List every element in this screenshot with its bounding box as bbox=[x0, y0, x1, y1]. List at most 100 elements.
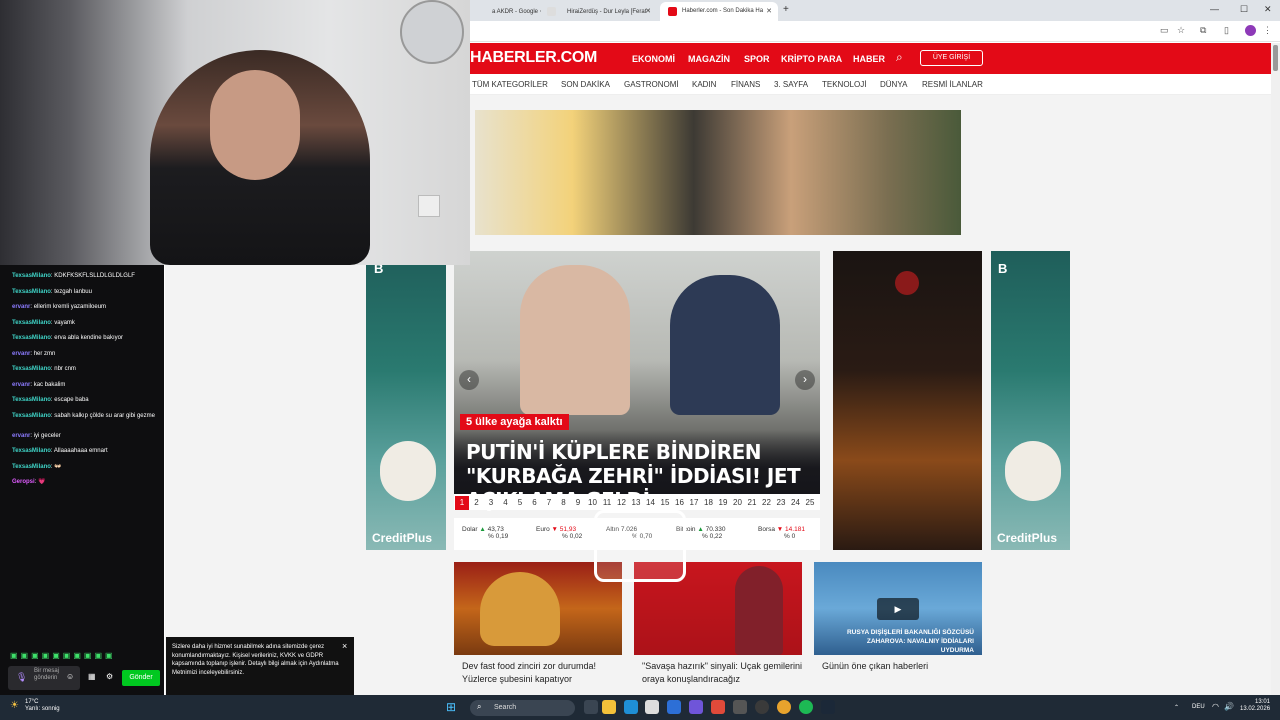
language-indicator[interactable]: DEU bbox=[1192, 704, 1205, 710]
browser-menu-icon[interactable]: ⋮ bbox=[1263, 25, 1272, 36]
side-advertisement-right[interactable]: B CreditPlus bbox=[991, 251, 1070, 550]
close-icon[interactable]: × bbox=[342, 641, 347, 651]
category-link[interactable]: SON DAKİKA bbox=[561, 80, 610, 89]
chat-username[interactable]: TexsasMilano bbox=[12, 289, 51, 295]
market-item-euro[interactable]: Euro ▼ 51,93% 0,02 bbox=[536, 526, 582, 540]
text-input-overlay[interactable]: abc bbox=[594, 510, 686, 582]
file-explorer-icon[interactable] bbox=[602, 700, 616, 714]
slider-page-button[interactable]: 21 bbox=[745, 496, 759, 510]
slider-page-button[interactable]: 7 bbox=[542, 496, 556, 510]
slider-page-button[interactable]: 19 bbox=[716, 496, 730, 510]
site-logo[interactable]: HABERLER.COM bbox=[470, 49, 597, 67]
category-link[interactable]: TEKNOLOJİ bbox=[822, 80, 866, 89]
bookmark-star-icon[interactable]: ☆ bbox=[1177, 25, 1185, 36]
steam-icon[interactable] bbox=[821, 700, 835, 714]
nav-kripto-para[interactable]: KRİPTO PARA bbox=[781, 54, 842, 64]
nav-ekonomi[interactable]: EKONOMİ bbox=[632, 54, 675, 64]
volume-icon[interactable]: 🔊 bbox=[1224, 702, 1234, 711]
weather-widget[interactable]: 17°C Yarılı: sonnig bbox=[25, 699, 60, 713]
category-link[interactable]: TÜM KATEGORİLER bbox=[472, 80, 548, 89]
tab-google[interactable]: a AKDR - Google ⋅ bbox=[470, 2, 542, 21]
slider-page-button[interactable]: 2 bbox=[470, 496, 484, 510]
search-icon[interactable]: ⌕ bbox=[896, 50, 903, 65]
minimize-icon[interactable]: — bbox=[1210, 4, 1219, 14]
slider-page-button[interactable]: 4 bbox=[499, 496, 513, 510]
banner-advertisement[interactable] bbox=[475, 110, 961, 235]
system-tray-icon[interactable]: ⌃ bbox=[1174, 704, 1179, 711]
slider-page-button[interactable]: 13 bbox=[629, 496, 643, 510]
emoji-icon[interactable]: ☺ bbox=[66, 672, 74, 681]
task-view-icon[interactable] bbox=[584, 700, 598, 714]
slider-page-button[interactable]: 18 bbox=[702, 496, 716, 510]
news-card-title[interactable]: "Savaşa hazırık" sinyali: Uçak gemilerin… bbox=[642, 660, 802, 686]
chat-username[interactable]: TexsasMilano bbox=[12, 273, 51, 279]
category-link[interactable]: RESMİ İLANLAR bbox=[922, 80, 983, 89]
chat-username[interactable]: ervanr bbox=[12, 304, 30, 310]
windows-start-icon[interactable]: ⊞ bbox=[446, 700, 456, 714]
slider-page-button[interactable]: 17 bbox=[687, 496, 701, 510]
slider-page-button[interactable]: 22 bbox=[760, 496, 774, 510]
taskbar-search[interactable]: Search bbox=[470, 700, 575, 716]
store-icon[interactable] bbox=[645, 700, 659, 714]
chat-username[interactable]: TexsasMilano bbox=[12, 397, 51, 403]
close-window-icon[interactable]: ✕ bbox=[1264, 4, 1272, 15]
profile-avatar[interactable] bbox=[1245, 25, 1256, 36]
tab-haberler[interactable]: Haberler.com - Son Dakika Ha ✕ bbox=[660, 2, 778, 21]
chrome-icon[interactable] bbox=[777, 700, 791, 714]
market-item-dolar[interactable]: Dolar ▲ 43,73% 0,19 bbox=[462, 526, 508, 540]
chat-username[interactable]: TexsasMilano bbox=[12, 335, 51, 341]
category-link[interactable]: DÜNYA bbox=[880, 80, 907, 89]
chat-username[interactable]: TexsasMilano bbox=[12, 366, 51, 372]
chat-username[interactable]: ervanr bbox=[12, 351, 30, 357]
slider-page-button[interactable]: 12 bbox=[615, 496, 629, 510]
slider-page-button[interactable]: 8 bbox=[557, 496, 571, 510]
cast-icon[interactable]: ▭ bbox=[1160, 25, 1169, 36]
gift-icon[interactable]: ▦ bbox=[88, 672, 96, 681]
chat-username[interactable]: ervanr bbox=[12, 382, 30, 388]
spotify-icon[interactable] bbox=[799, 700, 813, 714]
nav-spor[interactable]: SPOR bbox=[744, 54, 770, 64]
emote-bar[interactable]: ▣▣▣▣▣▣▣▣▣▣ bbox=[10, 651, 160, 661]
slider-page-button[interactable]: 1 bbox=[455, 496, 469, 510]
clock[interactable]: 13:01 13.02.2026 bbox=[1240, 699, 1270, 713]
play-icon[interactable]: ▶ bbox=[877, 598, 919, 620]
close-tab-icon[interactable]: ✕ bbox=[645, 7, 651, 15]
chat-username[interactable]: TexsasMilano bbox=[12, 320, 51, 326]
slider-page-button[interactable]: 9 bbox=[571, 496, 585, 510]
chat-username[interactable]: TexsasMilano bbox=[12, 464, 51, 470]
maximize-icon[interactable]: ☐ bbox=[1240, 4, 1248, 15]
terminal-icon[interactable] bbox=[733, 700, 747, 714]
edge-icon[interactable] bbox=[624, 700, 638, 714]
tab-youtube[interactable]: HiraiZerdüş - Dur Leyla [Ferat ⋅ ✕ bbox=[545, 2, 657, 21]
category-link[interactable]: FİNANS bbox=[731, 80, 760, 89]
nav-magazin[interactable]: MAGAZİN bbox=[688, 54, 730, 64]
microphone-icon[interactable]: 🎙 bbox=[16, 672, 27, 683]
slider-page-button[interactable]: 3 bbox=[484, 496, 498, 510]
news-card-title[interactable]: Günün öne çıkan haberleri bbox=[822, 660, 982, 673]
news-card-title[interactable]: Dev fast food zinciri zor durumda! Yüzle… bbox=[462, 660, 622, 686]
obs-icon[interactable] bbox=[755, 700, 769, 714]
category-link[interactable]: KADIN bbox=[692, 80, 716, 89]
slider-page-button[interactable]: 25 bbox=[803, 496, 817, 510]
slider-page-button[interactable]: 6 bbox=[528, 496, 542, 510]
login-button[interactable]: ÜYE GİRİŞİ bbox=[920, 50, 983, 66]
category-link[interactable]: 3. SAYFA bbox=[774, 80, 808, 89]
settings-gear-icon[interactable]: ⚙ bbox=[106, 672, 113, 681]
page-scrollbar[interactable] bbox=[1271, 43, 1280, 695]
scrollbar-thumb[interactable] bbox=[1273, 45, 1278, 71]
extensions-icon[interactable]: ⧉ bbox=[1200, 25, 1206, 36]
slider-page-button[interactable]: 14 bbox=[644, 496, 658, 510]
sidebar-icon[interactable]: ▯ bbox=[1224, 25, 1229, 36]
slider-page-button[interactable]: 24 bbox=[789, 496, 803, 510]
slider-prev-icon[interactable]: ‹ bbox=[459, 370, 479, 390]
slider-next-icon[interactable]: › bbox=[795, 370, 815, 390]
market-item-borsa[interactable]: Borsa ▼ 14.181% 0 bbox=[758, 526, 805, 540]
mail-icon[interactable] bbox=[667, 700, 681, 714]
category-link[interactable]: GASTRONOMİ bbox=[624, 80, 679, 89]
new-tab-icon[interactable]: + bbox=[783, 4, 789, 15]
chat-username[interactable]: TexsasMilano bbox=[12, 448, 51, 454]
slider-page-button[interactable]: 11 bbox=[600, 496, 614, 510]
app-icon[interactable] bbox=[711, 700, 725, 714]
side-advertisement-middle[interactable] bbox=[833, 251, 982, 550]
nav-haber[interactable]: HABER bbox=[853, 54, 885, 64]
